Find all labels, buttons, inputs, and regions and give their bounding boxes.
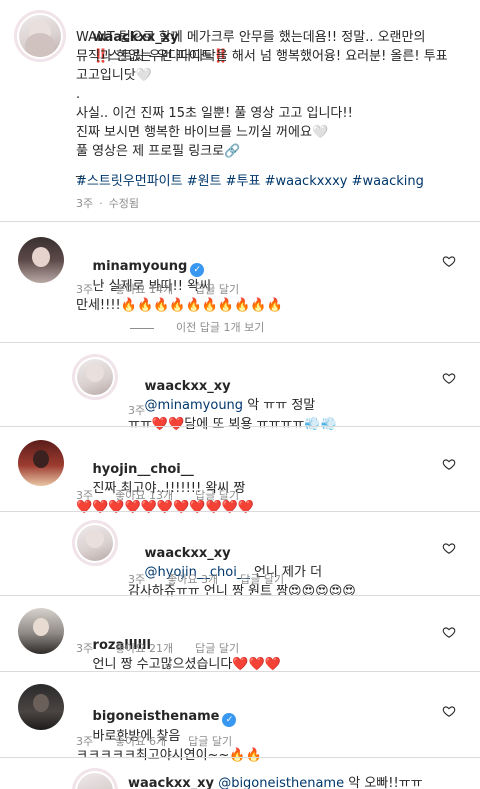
divider <box>0 221 480 222</box>
view-replies-button[interactable]: 이전 답글 1개 보기 <box>130 319 264 335</box>
divider <box>0 671 480 672</box>
reply-button[interactable]: 답글 달기 <box>240 573 284 586</box>
comment-time: 3주 <box>76 735 94 748</box>
reply-button[interactable]: 답글 달기 <box>188 735 232 748</box>
heart-outline-icon[interactable] <box>442 371 456 385</box>
avatar[interactable] <box>18 684 64 730</box>
comment-username[interactable]: hyojin__choi__ <box>93 462 194 477</box>
comment-likes[interactable]: 좋아요 14개 <box>115 283 173 296</box>
heart-outline-icon[interactable] <box>442 541 456 555</box>
heart-outline-icon[interactable] <box>442 625 456 639</box>
comment-time: 3주 <box>76 642 94 655</box>
avatar[interactable] <box>18 608 64 654</box>
heart-outline-icon[interactable] <box>442 704 456 718</box>
comment-username[interactable]: bigoneisthename <box>93 709 220 724</box>
heart-outline-icon[interactable] <box>442 457 456 471</box>
post-body: WANT 팀으로 함께 메가크루 안무를 했는데욤!! 정말.. 오랜만의 뮤직… <box>76 30 448 178</box>
reply-username[interactable]: waackxx_xy <box>128 776 214 789</box>
comment-likes[interactable]: 좋아요 13개 <box>115 489 173 502</box>
comment-likes[interactable]: 좋아요 6개 <box>115 735 166 748</box>
reply-time: 3주 <box>128 573 146 586</box>
reply-button[interactable]: 답글 달기 <box>195 489 239 502</box>
post-time: 3주 <box>76 197 94 210</box>
comment-username[interactable]: minamyoung <box>93 259 188 274</box>
divider <box>0 511 480 512</box>
reply-username[interactable]: waackxx_xy <box>145 546 231 561</box>
comment-time: 3주 <box>76 489 94 502</box>
reply-time: 3주 <box>128 404 146 417</box>
comment-time: 3주 <box>76 283 94 296</box>
reply-button[interactable]: 답글 달기 <box>195 642 239 655</box>
reply-likes[interactable]: 좋아요 3개 <box>167 573 218 586</box>
avatar[interactable] <box>19 15 61 57</box>
comment-text: 언니 짱 수고많으셨습니다❤️❤️❤️ <box>92 657 281 672</box>
avatar[interactable] <box>18 237 64 283</box>
post-edited: 수정됨 <box>108 197 139 210</box>
mention-link[interactable]: @bigoneisthename <box>218 776 344 789</box>
avatar[interactable] <box>18 440 64 486</box>
divider <box>0 595 480 596</box>
reply-username[interactable]: waackxx_xy <box>145 379 231 394</box>
divider <box>0 342 480 343</box>
avatar[interactable] <box>77 525 113 561</box>
reply-text: 악 오빠!!ㅠㅠ <box>344 776 423 789</box>
heart-outline-icon[interactable] <box>442 254 456 268</box>
verified-badge-icon: ✓ <box>222 713 237 727</box>
comment-likes[interactable]: 좋아요 21개 <box>115 642 173 655</box>
post-hashtags[interactable]: #스트릿우먼파이트 #원트 #투표 #waackxxxy #waacking <box>76 172 471 191</box>
divider <box>0 757 480 758</box>
avatar[interactable] <box>77 359 113 395</box>
reply-button[interactable]: 답글 달기 <box>195 283 239 296</box>
verified-badge-icon: ✓ <box>190 263 205 277</box>
divider <box>0 426 480 427</box>
